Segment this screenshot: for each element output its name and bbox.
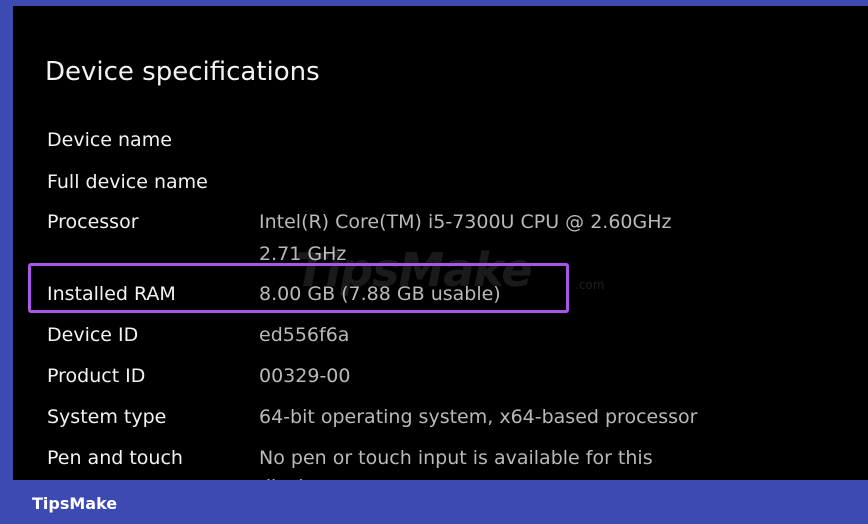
spec-value-pen-and-touch[interactable]: No pen or touch input is available for t… (259, 446, 653, 470)
spec-value-product-id[interactable]: 00329-00 (259, 364, 350, 388)
spec-label-product-id: Product ID (47, 365, 146, 387)
spec-value-processor[interactable]: Intel(R) Core(TM) i5-7300U CPU @ 2.60GHz (259, 210, 672, 234)
spec-value-processor-line2[interactable]: 2.71 GHz (259, 242, 346, 266)
spec-value-installed-ram[interactable]: 8.00 GB (7.88 GB usable) (259, 282, 501, 306)
watermark-suffix: .com (575, 278, 605, 292)
spec-value-device-id[interactable]: ed556f6a (259, 323, 349, 347)
spec-value-pen-and-touch-line2[interactable]: display (259, 475, 326, 480)
spec-label-system-type: System type (47, 406, 167, 428)
spec-label-pen-and-touch: Pen and touch (47, 447, 183, 469)
footer-brand: TipsMake (32, 494, 118, 513)
spec-label-device-name: Device name (47, 129, 172, 151)
spec-label-processor: Processor (47, 211, 139, 233)
spec-label-installed-ram: Installed RAM (47, 283, 176, 305)
page-title: Device specifications (45, 57, 320, 87)
spec-label-full-device-name: Full device name (47, 171, 208, 193)
spec-value-system-type[interactable]: 64-bit operating system, x64-based proce… (259, 405, 697, 429)
spec-label-device-id: Device ID (47, 324, 139, 346)
settings-panel: Device specifications Device name Full d… (13, 6, 868, 480)
